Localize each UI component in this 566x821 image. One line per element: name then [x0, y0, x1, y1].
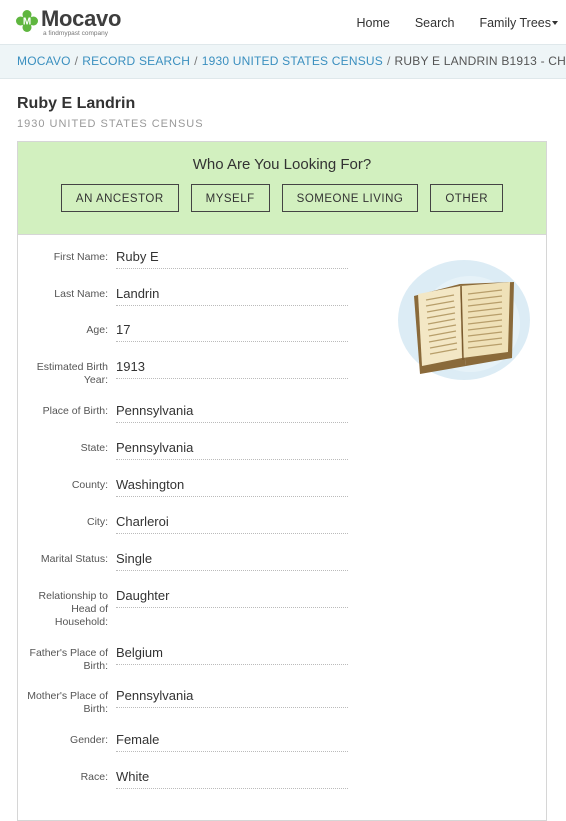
field-label: Place of Birth:	[42, 405, 108, 417]
an-ancestor-button[interactable]: AN ANCESTOR	[60, 184, 179, 212]
field-value: Daughter	[116, 588, 348, 608]
nav-search-link[interactable]: Search	[415, 16, 455, 30]
caret-down-icon	[552, 20, 558, 25]
brand-tagline: a findmypast company	[43, 30, 109, 37]
other-button[interactable]: OTHER	[430, 184, 504, 212]
field-value: 17	[116, 322, 348, 342]
breadcrumb-separator: /	[74, 54, 79, 68]
field-value: Pennsylvania	[116, 403, 348, 423]
breadcrumb: MOCAVO / RECORD SEARCH/1930 UNITED STATES …	[0, 44, 566, 79]
breadcrumb-item-collection[interactable]: 1930 UNITED STATES CENSUS	[202, 54, 383, 68]
looking-for-banner: Who Are You Looking For? AN ANCESTOR MYS…	[18, 142, 546, 235]
field-value: Pennsylvania	[116, 688, 348, 708]
svg-text:M: M	[23, 17, 31, 28]
field-value: Charleroi	[116, 514, 348, 534]
field-value: 1913	[116, 359, 348, 379]
field-value: Washington	[116, 477, 348, 497]
nav-family-trees-label: Family Trees	[479, 16, 551, 30]
myself-button[interactable]: MYSELF	[190, 184, 270, 212]
field-value: Landrin	[116, 286, 348, 306]
field-label: City:	[87, 516, 108, 528]
main-nav: Home Search Family Trees	[332, 16, 558, 30]
record-panel: Who Are You Looking For? AN ANCESTOR MYS…	[17, 141, 547, 821]
field-label: Estimated Birth Year:	[36, 361, 108, 386]
top-navigation-bar: M Mocavo a findmypast company Home Searc…	[0, 0, 566, 44]
field-label: Marital Status:	[40, 553, 108, 565]
looking-for-buttons: AN ANCESTOR MYSELF SOMEONE LIVING OTHER	[18, 184, 546, 212]
field-value: Belgium	[116, 645, 348, 665]
field-label: Mother's Place of Birth:	[27, 690, 108, 715]
field-value: Female	[116, 732, 348, 752]
looking-for-title: Who Are You Looking For?	[192, 156, 372, 173]
record-collection: 1930 UNITED STATES CENSUS	[17, 118, 204, 130]
breadcrumb-separator: /	[194, 54, 198, 68]
record-header: Ruby E Landrin 1930 UNITED STATES CENSUS	[0, 79, 566, 147]
page-title: Ruby E Landrin	[17, 95, 136, 112]
field-label: Gender:	[70, 734, 108, 746]
field-label: County:	[71, 479, 108, 491]
field-label: Race:	[80, 771, 108, 783]
breadcrumb-item-current: RUBY E LANDRIN B1913 - CHARLEROI WASHING…	[394, 54, 566, 68]
mocavo-logo[interactable]: M Mocavo a findmypast company	[16, 8, 121, 38]
field-value: Pennsylvania	[116, 440, 348, 460]
field-label: Age:	[86, 324, 108, 336]
mocavo-m-icon: M	[16, 10, 38, 32]
field-value: Single	[116, 551, 348, 571]
field-value: White	[116, 769, 348, 789]
breadcrumb-item-mocavo[interactable]: MOCAVO	[17, 54, 71, 68]
field-label: Last Name:	[54, 288, 108, 300]
breadcrumb-separator: /	[386, 54, 391, 68]
field-label: First Name:	[53, 251, 108, 263]
field-value: Ruby E	[116, 249, 348, 269]
breadcrumb-item-record-search[interactable]: RECORD SEARCH	[82, 54, 190, 68]
field-label: State:	[80, 442, 108, 454]
brand-name: Mocavo	[41, 6, 122, 31]
nav-family-trees-menu[interactable]: Family Trees	[479, 16, 558, 30]
nav-home-link[interactable]: Home	[357, 16, 390, 30]
someone-living-button[interactable]: SOMEONE LIVING	[281, 184, 419, 212]
open-book-icon	[396, 254, 532, 384]
field-label: Father's Place of Birth:	[29, 647, 108, 672]
field-label: Relationship to Head of Household:	[38, 590, 108, 628]
